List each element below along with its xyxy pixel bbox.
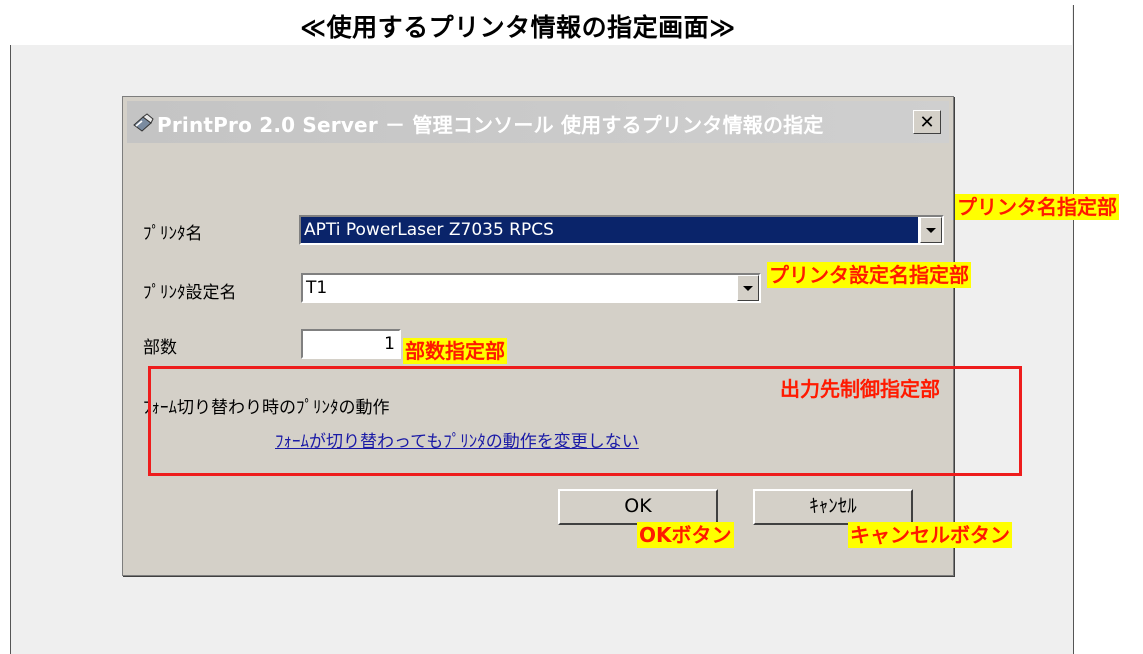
printer-setting-value: T1 <box>306 278 328 298</box>
dialog-titlebar: PrintPro 2.0 Server － 管理コンソール 使用するプリンタ情報… <box>127 101 949 143</box>
close-icon: ✕ <box>919 112 935 133</box>
ok-button[interactable]: OK <box>558 489 718 525</box>
dialog-window: PrintPro 2.0 Server － 管理コンソール 使用するプリンタ情報… <box>122 96 954 576</box>
printer-setting-label: ﾌﾟﾘﾝﾀ設定名 <box>143 283 237 303</box>
cancel-button[interactable]: ｷｬﾝｾﾙ <box>753 489 913 525</box>
callout-copies: 部数指定部 <box>403 338 507 364</box>
printer-setting-dropdown-chevron-icon[interactable] <box>737 275 759 301</box>
close-button[interactable]: ✕ <box>913 110 941 134</box>
screenshot-canvas: ≪使用するプリンタ情報の指定画面≫ PrintPro 2.0 Server － … <box>0 0 1143 654</box>
printer-dropdown-chevron-icon[interactable] <box>920 217 942 243</box>
callout-output-control: 出力先制御指定部 <box>780 377 940 401</box>
callout-printer-name: プリンタ名指定部 <box>955 194 1119 220</box>
printer-name-label: ﾌﾟﾘﾝﾀ名 <box>143 224 203 244</box>
copies-label: 部数 <box>143 338 177 358</box>
printer-setting-select[interactable]: T1 <box>301 273 761 303</box>
app-printer-icon <box>133 113 154 132</box>
printer-name-select[interactable]: APTi PowerLaser Z7035 RPCS <box>299 215 944 245</box>
copies-input[interactable]: 1 <box>301 329 401 359</box>
callout-cancel-button: キャンセルボタン <box>848 522 1012 548</box>
dialog-title: PrintPro 2.0 Server － 管理コンソール 使用するプリンタ情報… <box>157 113 824 137</box>
callout-ok-button: OKボタン <box>637 522 734 548</box>
printer-name-value: APTi PowerLaser Z7035 RPCS <box>301 217 918 243</box>
page-title: ≪使用するプリンタ情報の指定画面≫ <box>300 13 736 42</box>
callout-printer-setting: プリンタ設定名指定部 <box>767 262 971 288</box>
